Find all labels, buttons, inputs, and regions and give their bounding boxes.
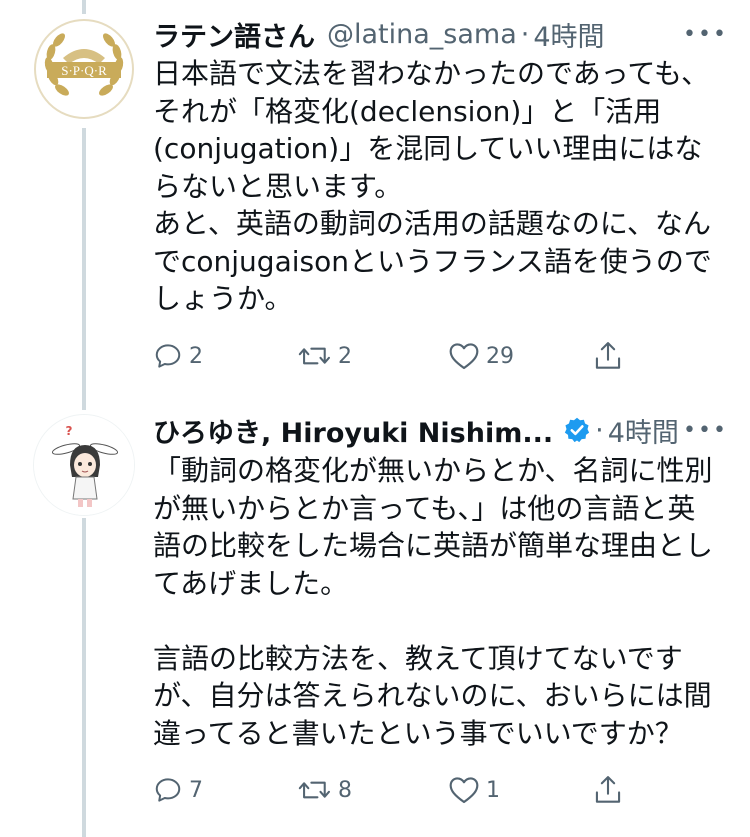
- thread-line-middle: [82, 128, 86, 410]
- like-icon: [449, 343, 479, 370]
- retweet-button[interactable]: 8: [298, 770, 352, 810]
- reply-count: 2: [189, 343, 203, 369]
- reply-icon: [155, 344, 181, 368]
- retweet-count: 8: [338, 777, 352, 803]
- display-name[interactable]: ひろゆき, Hiroyuki Nishim...: [153, 411, 553, 450]
- share-button[interactable]: [593, 336, 623, 376]
- share-icon: [595, 342, 621, 369]
- timestamp[interactable]: 4時間: [608, 411, 679, 450]
- spqr-logo-icon: S·P·Q·R: [33, 18, 135, 120]
- reply-button[interactable]: 7: [153, 770, 203, 810]
- tweet-actions: 2 2 29: [153, 336, 633, 376]
- verified-icon: [563, 416, 591, 444]
- reply-icon: [155, 778, 181, 802]
- like-count: 1: [486, 777, 500, 803]
- avatar[interactable]: ?: [33, 414, 135, 516]
- tweet-text: 日本語で文法を習わなかったのであっても、 それが「格変化(declension)…: [153, 57, 712, 315]
- svg-text:?: ?: [66, 424, 73, 438]
- reply-count: 7: [189, 777, 203, 803]
- tweet-header: ひろゆき, Hiroyuki Nishim... · 4時間: [153, 411, 679, 450]
- more-icon[interactable]: •••: [683, 418, 728, 443]
- like-count: 29: [486, 343, 514, 369]
- tweet-text: 「動詞の格変化が無いからとか、名詞に性別 が無いからとか言っても、」は他の言語と…: [153, 454, 714, 750]
- tweet-actions: 7 8 1: [153, 770, 633, 810]
- like-icon: [449, 777, 479, 804]
- separator-dot: ·: [520, 18, 530, 50]
- avatar[interactable]: S·P·Q·R: [33, 18, 135, 120]
- share-icon: [595, 776, 621, 803]
- like-button[interactable]: 29: [448, 336, 514, 376]
- like-button[interactable]: 1: [448, 770, 500, 810]
- reply-button[interactable]: 2: [153, 336, 203, 376]
- retweet-icon: [298, 781, 330, 799]
- thread-line-bottom: [82, 518, 86, 837]
- separator-dot: ·: [595, 414, 604, 446]
- character-avatar-icon: ?: [34, 415, 134, 515]
- retweet-count: 2: [338, 343, 352, 369]
- tweet-header: ラテン語さん @latina_sama · 4時間: [153, 15, 605, 54]
- more-icon[interactable]: •••: [683, 22, 728, 47]
- timestamp[interactable]: 4時間: [533, 15, 604, 54]
- retweet-button[interactable]: 2: [298, 336, 352, 376]
- username[interactable]: @latina_sama: [327, 19, 517, 50]
- share-button[interactable]: [593, 770, 623, 810]
- svg-text:S·P·Q·R: S·P·Q·R: [61, 63, 107, 78]
- retweet-icon: [298, 347, 330, 365]
- thread-line-top: [82, 0, 86, 14]
- display-name[interactable]: ラテン語さん: [153, 15, 315, 54]
